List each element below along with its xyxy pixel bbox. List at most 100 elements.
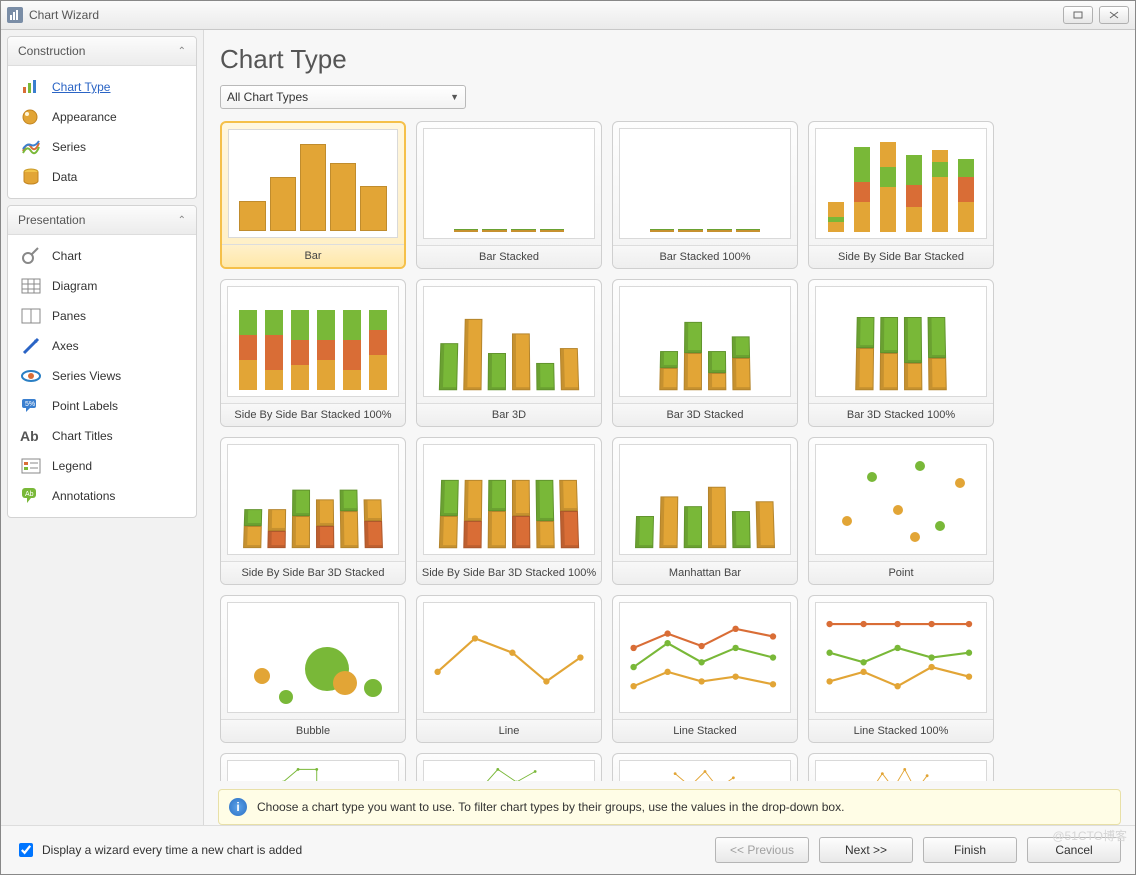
nav-diagram[interactable]: Diagram (10, 271, 194, 301)
chart-type-tile[interactable] (416, 753, 602, 781)
nav-series-views[interactable]: Series Views (10, 361, 194, 391)
chart-type-tile[interactable]: Bar Stacked 100% (612, 121, 798, 269)
chart-type-preview (815, 286, 987, 397)
nav-diagram-icon (20, 276, 42, 296)
next-button[interactable]: Next >> (819, 837, 913, 863)
svg-text:Ab: Ab (20, 428, 39, 444)
chart-type-label: Line Stacked 100% (809, 719, 993, 742)
chart-type-tile[interactable]: Bar (220, 121, 406, 269)
chart-type-gallery: Bar Bar Stacked Bar Stacked 100% Side By Si… (220, 121, 1135, 781)
svg-text:Ab: Ab (25, 491, 34, 498)
nav-annotations[interactable]: Ab Annotations (10, 481, 194, 511)
nav-axes[interactable]: Axes (10, 331, 194, 361)
chart-type-label: Bar Stacked (417, 245, 601, 268)
chart-type-tile[interactable]: Bar Stacked (416, 121, 602, 269)
sidebar-group: Presentation ⌃ ChartDiagram Panes Axes Series… (7, 205, 197, 518)
chart-type-gallery-scroll[interactable]: Bar Bar Stacked Bar Stacked 100% Side By Si… (204, 117, 1135, 781)
chevron-up-icon: ⌃ (178, 46, 186, 57)
finish-button[interactable]: Finish (923, 837, 1017, 863)
chart-type-preview (423, 128, 595, 239)
chart-type-label: Manhattan Bar (613, 561, 797, 584)
chart-type-tile[interactable]: Bar 3D Stacked 100% (808, 279, 994, 427)
sidebar-item-label: Data (52, 170, 77, 184)
main-panel: Chart Type All Chart Types ▼ BarBar Stac… (204, 30, 1135, 825)
nav-chart-type[interactable]: Chart Type (10, 72, 194, 102)
chart-type-label: Side By Side Bar 3D Stacked (221, 561, 405, 584)
chart-type-tile[interactable]: Manhattan Bar (612, 437, 798, 585)
hint-text: Choose a chart type you want to use. To … (257, 800, 844, 814)
sidebar-item-label: Appearance (52, 110, 117, 124)
nav-chart[interactable]: Chart (10, 241, 194, 271)
sidebar-group-title: Presentation (18, 213, 85, 227)
chart-type-filter-combo[interactable]: All Chart Types ▼ (220, 85, 466, 109)
chart-type-tile[interactable] (612, 753, 798, 781)
chart-type-tile[interactable]: Line Stacked 100% (808, 595, 994, 743)
nav-point-labels[interactable]: 5% Point Labels (10, 391, 194, 421)
sidebar-item-label: Series (52, 140, 86, 154)
sidebar: Construction⌃ Chart Type Appearance Series D… (1, 30, 204, 825)
sidebar-item-label: Chart Type (52, 80, 110, 94)
sidebar-group-header[interactable]: Presentation ⌃ (8, 206, 196, 235)
sidebar-group: Construction⌃ Chart Type Appearance Series D… (7, 36, 197, 199)
chart-type-tile[interactable]: Line (416, 595, 602, 743)
nav-appearance-icon (20, 107, 42, 127)
chart-type-label: Bubble (221, 719, 405, 742)
chart-type-label: Side By Side Bar Stacked (809, 245, 993, 268)
chart-type-tile[interactable]: Bar 3D Stacked (612, 279, 798, 427)
nav-data-icon (20, 167, 42, 187)
chart-type-filter-value: All Chart Types (227, 90, 308, 104)
chart-type-tile[interactable]: Side By Side Bar Stacked 100% (220, 279, 406, 427)
chevron-up-icon: ⌃ (178, 215, 186, 226)
nav-appearance[interactable]: Appearance (10, 102, 194, 132)
sidebar-group-header[interactable]: Construction⌃ (8, 37, 196, 66)
info-icon: i (229, 798, 247, 816)
chart-type-preview (815, 760, 987, 781)
maximize-button[interactable] (1063, 6, 1093, 24)
chart-type-label: Bar 3D Stacked (613, 403, 797, 426)
chart-type-tile[interactable] (808, 753, 994, 781)
wizard-footer: Display a wizard every time a new chart … (1, 825, 1135, 874)
chart-type-preview (815, 444, 987, 555)
app-icon (7, 7, 23, 23)
nav-data[interactable]: Data (10, 162, 194, 192)
sidebar-item-label: Chart Titles (52, 429, 113, 443)
sidebar-item-label: Legend (52, 459, 92, 473)
nav-chart-titles-icon: Ab (20, 426, 42, 446)
sidebar-item-label: Point Labels (52, 399, 118, 413)
chart-type-preview (423, 444, 595, 555)
close-button[interactable] (1099, 6, 1129, 24)
chart-type-tile[interactable]: Bar 3D (416, 279, 602, 427)
chart-type-preview (815, 128, 987, 239)
nav-panes[interactable]: Panes (10, 301, 194, 331)
nav-panes-icon (20, 306, 42, 326)
svg-text:5%: 5% (25, 401, 35, 408)
nav-series-views-icon (20, 366, 42, 386)
chart-type-label: Bar Stacked 100% (613, 245, 797, 268)
chart-type-preview (227, 286, 399, 397)
nav-series[interactable]: Series (10, 132, 194, 162)
chart-type-tile[interactable]: Point (808, 437, 994, 585)
chart-type-preview (619, 128, 791, 239)
cancel-button[interactable]: Cancel (1027, 837, 1121, 863)
chart-type-tile[interactable] (220, 753, 406, 781)
nav-chart-titles[interactable]: Ab Chart Titles (10, 421, 194, 451)
display-wizard-checkbox-input[interactable] (19, 843, 33, 857)
chart-type-tile[interactable]: Bubble (220, 595, 406, 743)
sidebar-item-label: Series Views (52, 369, 121, 383)
chart-type-preview (423, 602, 595, 713)
chart-type-tile[interactable]: Line Stacked (612, 595, 798, 743)
chart-type-label: Line Stacked (613, 719, 797, 742)
display-wizard-checkbox[interactable]: Display a wizard every time a new chart … (15, 840, 705, 860)
nav-legend[interactable]: Legend (10, 451, 194, 481)
nav-point-labels-icon: 5% (20, 396, 42, 416)
chart-type-label: Side By Side Bar Stacked 100% (221, 403, 405, 426)
chart-type-label: Point (809, 561, 993, 584)
chart-type-tile[interactable]: Side By Side Bar Stacked (808, 121, 994, 269)
sidebar-item-label: Panes (52, 309, 86, 323)
previous-button[interactable]: << Previous (715, 837, 809, 863)
chart-type-tile[interactable]: Side By Side Bar 3D Stacked 100% (416, 437, 602, 585)
sidebar-item-label: Annotations (52, 489, 115, 503)
chart-type-preview (619, 602, 791, 713)
chart-type-label: Side By Side Bar 3D Stacked 100% (417, 561, 601, 584)
chart-type-tile[interactable]: Side By Side Bar 3D Stacked (220, 437, 406, 585)
